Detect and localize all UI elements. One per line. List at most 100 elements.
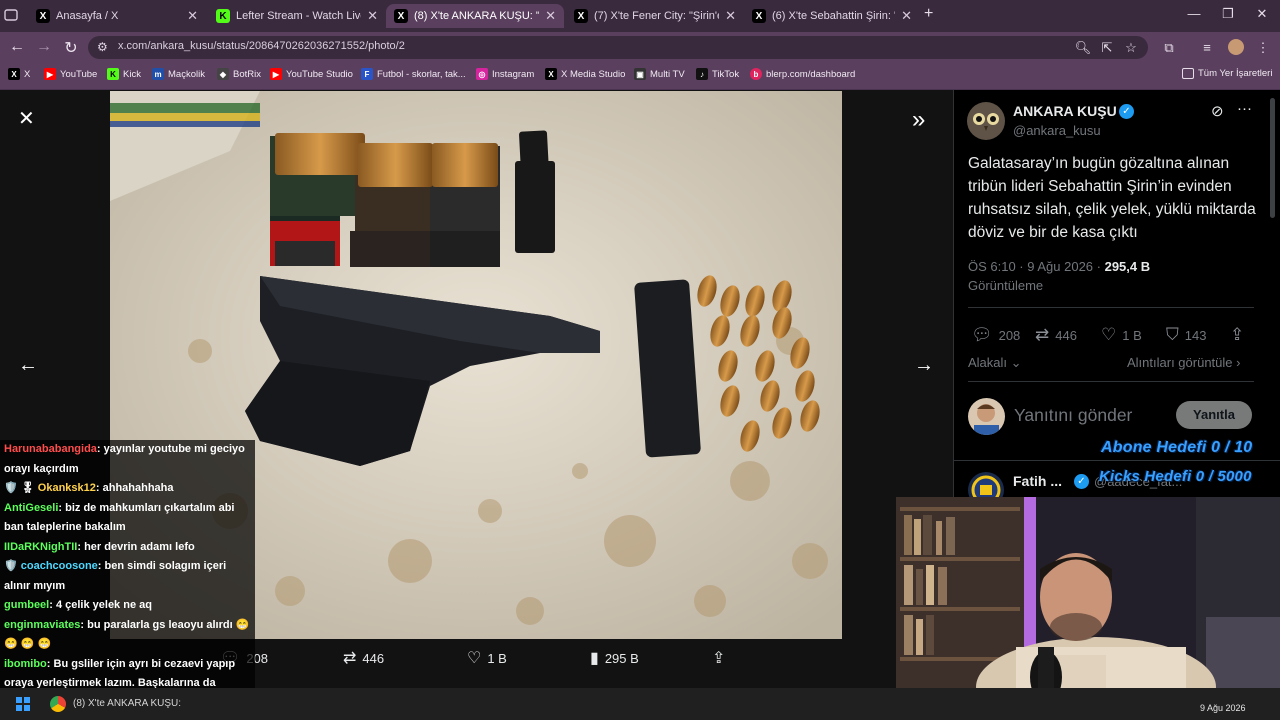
extensions-icon[interactable]: ⧉ [1160,40,1178,56]
mackolik-icon: m [152,68,164,80]
x-logo-icon: X [394,9,408,23]
bookmark-label: BotRix [233,68,261,80]
chat-message: gumbeel: 4 çelik yelek ne aq [0,596,255,616]
tab-close-icon[interactable]: ✕ [725,8,736,24]
chat-username: gumbeel [4,599,50,611]
related-dropdown[interactable]: Alakalı ⌄ [968,355,1022,371]
viewer-next-button[interactable]: → [914,354,934,377]
panel-bookmark-button[interactable]: ⛉ 143 [1166,325,1206,345]
bookmark-botrix[interactable]: ◆ BotRix [217,68,261,80]
taskbar-window-title[interactable]: (8) X'te ANKARA KUŞU: [73,698,181,709]
tiktok-icon: ♪ [696,68,708,80]
site-info-icon[interactable]: ⚙ [97,40,108,54]
bookmark-futbol[interactable]: F Futbol - skorlar, tak... [361,68,466,80]
chat-username: IIDaRKNighTII [4,540,78,553]
view-quotes-label: Alıntıları görüntüle [1127,355,1233,370]
tweet-meta: ÖS 6:10 · 9 Ağu 2026 · 295,4 B [968,259,1150,274]
minimize-icon[interactable]: — [1184,6,1204,21]
all-bookmarks[interactable]: Tüm Yer İşaretleri [1182,68,1272,79]
browser-tab-4[interactable]: X (6) X'te Sebahattin Şirin: "Sayın ✕ [744,4,920,28]
chat-text: : 4 çelik yelek ne aq [49,599,152,611]
bookmark-multi-tv[interactable]: ▣ Multi TV [634,68,685,80]
repost-icon: ⇄ [1035,325,1050,344]
panel-divider [968,381,1254,382]
views-button[interactable]: ▮ 295 B [590,648,639,668]
bookmark-label: Instagram [492,68,535,80]
chat-username: coachcoosone [20,560,98,572]
chat-message: Harunababangida: yayınlar youtube mi gec… [0,440,255,479]
url-text[interactable]: x.com/ankara_kusu/status/208647026203627… [118,40,405,52]
bookmark-youtube[interactable]: ▶ YouTube [44,68,97,80]
panel-share-button[interactable]: ⇪ [1230,325,1250,345]
chat-text: : her devrin adamı lefo [77,540,195,553]
reload-icon[interactable]: ↻ [61,38,81,58]
zoom-icon[interactable]: 🔍︎ [1074,40,1092,56]
profile-avatar[interactable] [1228,39,1244,55]
chat-message: AntiGeseli: biz de mahkumları çıkartalım… [0,498,255,538]
author-avatar[interactable] [967,102,1005,140]
author-name[interactable]: ANKARA KUŞU [1013,103,1117,119]
forward-icon[interactable]: → [34,38,54,56]
chrome-taskbar-icon[interactable] [50,696,66,712]
grok-icon[interactable]: ⊘ [1211,102,1224,120]
reply-author-name[interactable]: Fatih ... [1013,473,1062,489]
tab-close-icon[interactable]: ✕ [367,8,378,24]
kicks-goal-overlay: Kicks Hedefi 0 / 5000 [1099,468,1252,485]
kick-logo-icon: K [216,9,230,23]
viewer-prev-button[interactable]: ← [18,354,38,377]
bookmark-blerp[interactable]: b blerp.com/dashboard [750,68,855,80]
tab-close-icon[interactable]: ✕ [901,8,912,24]
share-button[interactable]: ⇪ [712,648,731,668]
heart-icon: ♡ [467,650,482,667]
bookmark-youtube-studio[interactable]: ▶ YouTube Studio [270,68,353,80]
reply-input[interactable]: Yanıtını gönder [1014,405,1132,426]
bookmark-count: 143 [1184,327,1207,343]
browser-tab-1[interactable]: K Lefter Stream - Watch Live on K ✕ [208,4,386,28]
x-logo-icon: X [574,9,588,23]
repost-button[interactable]: ⇄ 446 [343,648,384,668]
media-icon[interactable]: ≡ [1198,40,1216,55]
x-logo-icon: X [752,9,766,23]
bookmark-star-icon[interactable]: ☆ [1122,40,1140,56]
tab-close-icon[interactable]: ✕ [187,8,198,24]
like-button[interactable]: ♡ 1 B [467,648,507,668]
cast-icon[interactable]: ⇱ [1098,40,1116,56]
menu-icon[interactable]: ⋮ [1254,40,1272,56]
panel-scrollbar[interactable] [1270,98,1275,218]
bookmark-mackolik[interactable]: m Maçkolik [152,68,205,80]
tab-title: (8) X'te ANKARA KUŞU: "Galata [414,10,539,22]
author-handle[interactable]: @ankara_kusu [1013,123,1101,138]
panel-like-button[interactable]: ♡ 1 B [1101,325,1142,345]
reply-icon: 💬︎ [971,325,993,344]
tab-title: (6) X'te Sebahattin Şirin: "Sayın [772,10,895,22]
panel-repost-button[interactable]: ⇄ 446 [1035,325,1077,345]
chat-username: AntiGeseli [4,501,59,514]
tab-close-icon[interactable]: ✕ [545,8,556,24]
view-quotes-link[interactable]: Alıntıları görüntüle › [1127,355,1240,370]
window-close-icon[interactable]: ✕ [1252,6,1272,22]
bookmark-label: X Media Studio [561,68,626,80]
viewer-close-button[interactable]: ✕ [18,106,35,131]
related-label: Alakalı [968,355,1008,370]
futbol-icon: F [361,68,373,80]
viewer-expand-button[interactable]: » [912,106,925,134]
taskbar [0,688,1280,720]
panel-reply-button[interactable]: 💬︎ 208 [971,325,1020,345]
bookmark-instagram[interactable]: ◎ Instagram [476,68,534,80]
tweet-timestamp[interactable]: ÖS 6:10 · 9 Ağu 2026 · [968,259,1105,274]
maximize-icon[interactable]: ❐ [1218,6,1238,22]
back-icon[interactable]: ← [7,38,27,56]
bookmark-x[interactable]: XX [8,68,30,80]
browser-tab-0[interactable]: X Anasayfa / X ✕ [28,4,206,28]
like-count: 1 B [1122,327,1142,343]
browser-tab-3[interactable]: X (7) X'te Fener City: "Şirin'e yöne ✕ [566,4,744,28]
more-options-icon[interactable]: ··· [1237,100,1252,117]
windows-start-icon[interactable] [16,697,30,711]
tab-search-icon[interactable] [4,8,20,22]
browser-tab-2[interactable]: X (8) X'te ANKARA KUŞU: "Galata ✕ [386,4,564,28]
bookmark-tiktok[interactable]: ♪ TikTok [696,68,739,80]
reply-submit-button[interactable]: Yanıtla [1176,401,1252,429]
new-tab-button[interactable]: + [924,5,933,23]
bookmark-kick[interactable]: K Kick [107,68,141,80]
bookmark-x-media-studio[interactable]: X X Media Studio [545,68,625,80]
